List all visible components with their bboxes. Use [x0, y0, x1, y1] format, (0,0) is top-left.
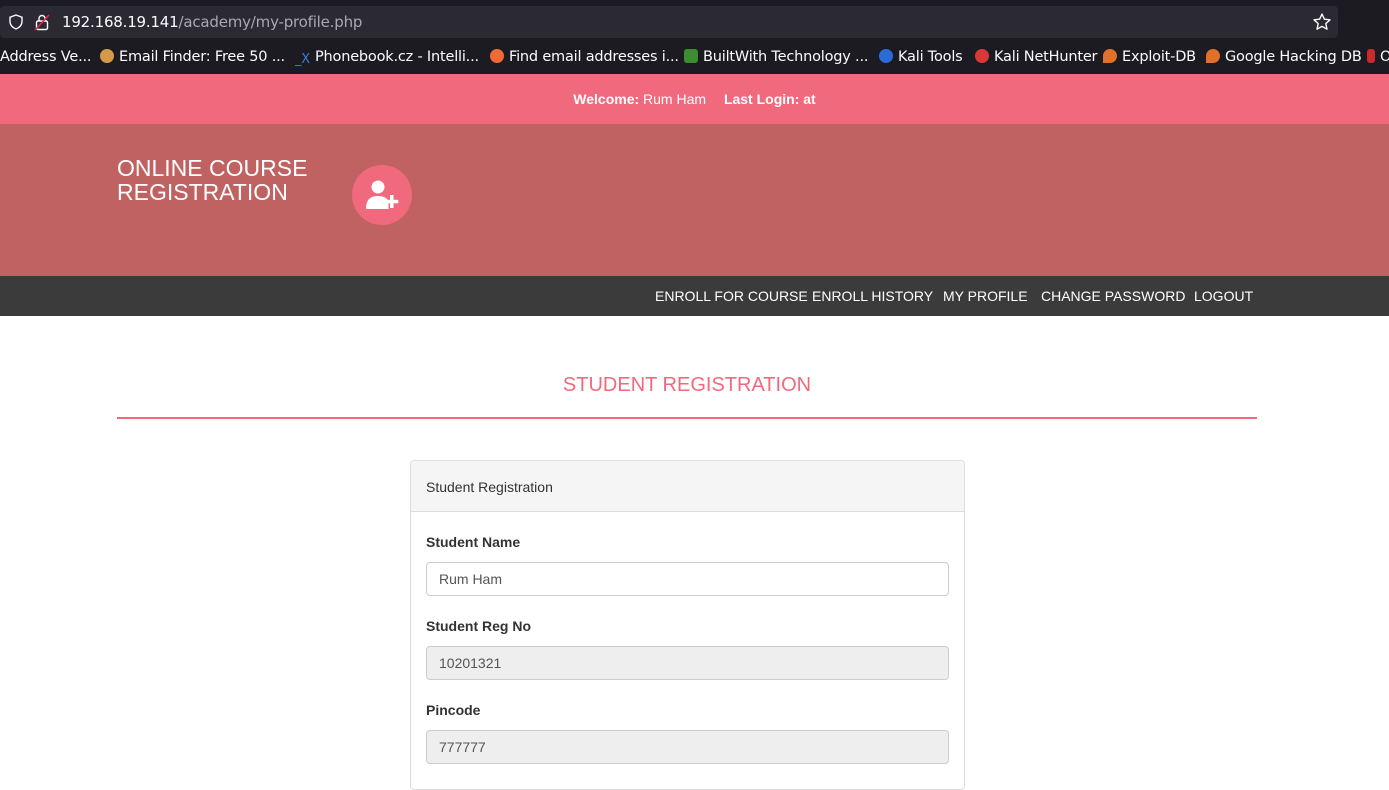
- bookmark-item[interactable]: _X Phonebook.cz - Intelli...: [295, 49, 479, 67]
- nav-my-profile[interactable]: MY PROFILE: [943, 288, 1028, 304]
- bookmark-label: Google Hacking DB: [1225, 49, 1362, 65]
- bookmark-label: O: [1380, 49, 1389, 65]
- bookmark-item[interactable]: Kali Tools: [879, 49, 963, 65]
- nav-enroll-history[interactable]: ENROLL HISTORY: [812, 288, 933, 304]
- page-title: STUDENT REGISTRATION: [562, 374, 812, 396]
- welcome-name: Rum Ham: [643, 91, 707, 107]
- insecure-lock-icon[interactable]: [34, 13, 50, 31]
- nav-change-password[interactable]: CHANGE PASSWORD: [1041, 288, 1185, 304]
- student-name-label: Student Name: [426, 534, 521, 550]
- pincode-label: Pincode: [426, 702, 481, 718]
- panel-title: Student Registration: [426, 479, 553, 495]
- browser-toolbar: 192.168.19.141/academy/my-profile.php: [0, 0, 1389, 44]
- bookmark-item[interactable]: Kali NetHunter: [975, 49, 1098, 65]
- student-name-input[interactable]: [426, 562, 949, 596]
- hunter-icon: [490, 49, 504, 63]
- bookmark-label: Email Finder: Free 50 ...: [119, 49, 285, 65]
- bookmark-item[interactable]: O: [1367, 49, 1389, 65]
- nav-logout[interactable]: LOGOUT: [1194, 288, 1253, 304]
- pincode-input[interactable]: [426, 730, 949, 764]
- bookmark-item[interactable]: BuiltWith Technology ...: [684, 49, 868, 65]
- bookmark-item[interactable]: Address Ve...: [0, 49, 91, 65]
- kali-tools-icon: [879, 49, 893, 63]
- panel-heading: Student Registration: [411, 461, 964, 512]
- kali-nethunter-icon: [975, 49, 989, 63]
- bookmark-label: Find email addresses i...: [509, 49, 679, 65]
- url-path: /academy/my-profile.php: [178, 13, 363, 31]
- last-login-value: at: [803, 91, 816, 107]
- bookmark-label: Exploit-DB: [1122, 49, 1196, 65]
- bookmark-item[interactable]: Email Finder: Free 50 ...: [100, 49, 285, 65]
- main-nav: ENROLL FOR COURSE ENROLL HISTORY MY PROF…: [0, 276, 1389, 316]
- bookmark-label: Kali Tools: [898, 49, 963, 65]
- site-title[interactable]: ONLINE COURSE REGISTRATION: [117, 156, 337, 204]
- welcome-label: Welcome:: [573, 91, 640, 107]
- bookmarks-toolbar: Address Ve... Email Finder: Free 50 ... …: [0, 44, 1389, 74]
- welcome-bar: Welcome: Rum Ham Last Login: at: [0, 74, 1389, 124]
- bookmark-item[interactable]: Find email addresses i...: [490, 49, 679, 65]
- site-banner: ONLINE COURSE REGISTRATION: [0, 124, 1389, 276]
- nav-enroll-for-course[interactable]: ENROLL FOR COURSE: [655, 288, 808, 304]
- bookmark-label: Address Ve...: [0, 49, 92, 65]
- student-reg-no-input[interactable]: [426, 646, 949, 680]
- bookmark-item[interactable]: Google Hacking DB: [1206, 49, 1362, 65]
- bookmark-star-icon[interactable]: [1312, 12, 1332, 32]
- bookmark-label: BuiltWith Technology ...: [703, 49, 869, 65]
- builtwith-icon: [684, 49, 698, 63]
- email-finder-icon: [100, 49, 114, 63]
- address-bar[interactable]: 192.168.19.141/academy/my-profile.php: [0, 6, 1338, 38]
- bookmark-label: Phonebook.cz - Intelli...: [315, 49, 479, 65]
- bookmark-label: Kali NetHunter: [994, 49, 1098, 65]
- heading-divider: [117, 417, 1257, 419]
- student-reg-no-label: Student Reg No: [426, 618, 531, 634]
- url-host: 192.168.19.141: [62, 13, 179, 31]
- bookmark-item[interactable]: Exploit-DB: [1103, 49, 1196, 65]
- user-plus-icon: [352, 165, 412, 225]
- last-login-label: Last Login:: [723, 91, 800, 107]
- exploit-db-icon: [1103, 49, 1117, 63]
- phonebook-icon: _X: [295, 52, 311, 67]
- shield-icon[interactable]: [8, 14, 24, 30]
- offsec-icon: [1367, 49, 1375, 63]
- ghdb-icon: [1206, 49, 1220, 63]
- url-text[interactable]: 192.168.19.141/academy/my-profile.php: [62, 13, 362, 31]
- registration-panel: Student Registration Student Name Studen…: [410, 460, 965, 790]
